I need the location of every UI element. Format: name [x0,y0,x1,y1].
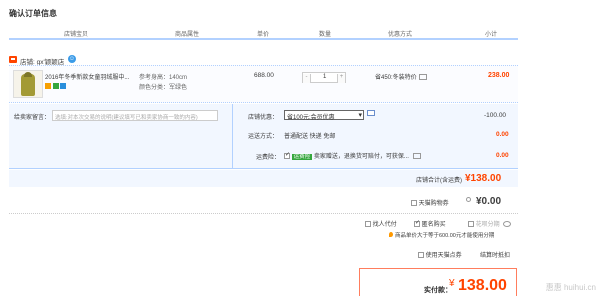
shop-discount-select[interactable]: 省100元:会员优惠 [284,110,364,121]
anonymous-label: 匿名购买 [421,222,446,228]
item-row [9,65,518,103]
tmall-points-row: 天猫购物券 [411,198,449,207]
shop-total-label: 店铺合计(含运费) [416,178,462,184]
col-header-price: 单价 [257,32,270,38]
shop-discount-label: 店铺优惠： [248,115,279,121]
page-title: 确认订单信息 [9,9,57,18]
anonymous-option[interactable]: 匿名购买 [414,219,446,228]
qty-minus-button[interactable]: - [303,74,311,83]
coat-image [21,72,35,96]
item-subtotal: 238.00 [488,72,510,79]
insurance-checkbox[interactable] [284,151,290,160]
tmall-points-checkbox[interactable] [411,200,417,207]
agent-pay-checkbox[interactable] [365,221,371,228]
delivery-label: 运送方式： [248,134,279,140]
item-badges [45,83,67,91]
col-header-attr: 商品属性 [175,32,200,38]
insurance-amount: 0.00 [496,152,509,159]
tmall-points-amount: ¥0.00 [476,196,502,207]
tmall-points-info-icon[interactable] [466,197,471,202]
installment-note: 商品单价大于等于600.00元才能使用分期 [389,231,494,239]
qty-plus-button[interactable]: + [337,74,345,83]
installment-info-icon[interactable] [503,221,512,228]
shop-discount-amount: -100.00 [484,112,507,119]
item-promotion[interactable]: 省450:冬装特价 [375,72,427,81]
payment-amount: 138.00 [458,277,507,294]
item-attr-color: 颜色分类：军绿色 [139,85,188,91]
anonymous-checkbox[interactable] [414,219,420,228]
divider [9,213,518,214]
col-header-subtotal: 小计 [485,32,498,38]
col-header-promo: 优惠方式 [388,32,413,38]
shop-total-amount: ¥138.00 [465,173,502,184]
shop-icon [9,56,17,63]
insurance-row: 运费险 卖家赠送，退换货可赔付，可获保... [284,151,421,160]
guarantee-badge-icon [52,83,59,89]
table-header: 店铺宝贝 商品属性 单价 数量 优惠方式 小计 [9,27,518,40]
item-attr-size: 参考身高：140cm [139,75,188,81]
watermark: 惠惠 huihui.cn [545,283,596,292]
promo-dropdown-icon[interactable] [418,74,427,81]
promotion-text: 省450:冬装特价 [375,75,417,81]
service-badge-icon [60,83,67,89]
agent-pay-option[interactable]: 找人代付 [365,219,397,228]
col-header-qty: 数量 [319,32,332,38]
tmall-points-label: 天猫购物券 [418,201,449,207]
message-input[interactable]: 选填:对本次交易的说明(建议填写已和卖家协商一致的内容) [52,110,218,121]
use-tmall-points-option[interactable]: 使用天猫点券 [418,250,462,259]
item-thumbnail[interactable] [13,70,43,98]
installment-checkbox[interactable] [468,221,474,228]
payment-label: 实付款： [424,287,452,294]
quantity-stepper: - 1 + [302,72,346,83]
insurance-text: 卖家赠送，退换货可赔付，可获保... [313,154,409,160]
message-label: 给卖家留言： [14,115,51,121]
insurance-label: 运费险： [256,155,281,161]
location-pin-icon [389,232,393,237]
delivery-value: 普通配送 快递 免邮 [284,134,336,140]
tmall-badge-icon [45,83,51,89]
installment-option[interactable]: 花呗分期 [468,219,512,228]
item-price: 688.00 [254,72,274,79]
agent-pay-label: 找人代付 [372,222,397,228]
installment-note-text: 商品单价大于等于600.00元才能使用分期 [395,233,495,239]
settle-deduct-link[interactable]: 结算时抵扣 [480,250,510,259]
chat-icon[interactable]: ☺ [68,55,76,63]
use-tmall-points-checkbox[interactable] [418,252,424,259]
qty-input[interactable]: 1 [323,74,326,80]
insurance-info-icon[interactable] [412,153,421,160]
panel-divider [232,104,233,169]
delivery-amount: 0.00 [496,131,509,138]
installment-label: 花呗分期 [475,222,500,228]
item-name[interactable]: 2016年冬季新款女童羽绒服中... [45,72,129,81]
use-tmall-points-label: 使用天猫点券 [425,253,462,259]
payment-currency: ¥ [449,278,455,289]
col-header-item: 店铺宝贝 [64,32,89,38]
discount-info-icon[interactable] [367,110,375,116]
insurance-badge: 运费险 [291,154,313,160]
